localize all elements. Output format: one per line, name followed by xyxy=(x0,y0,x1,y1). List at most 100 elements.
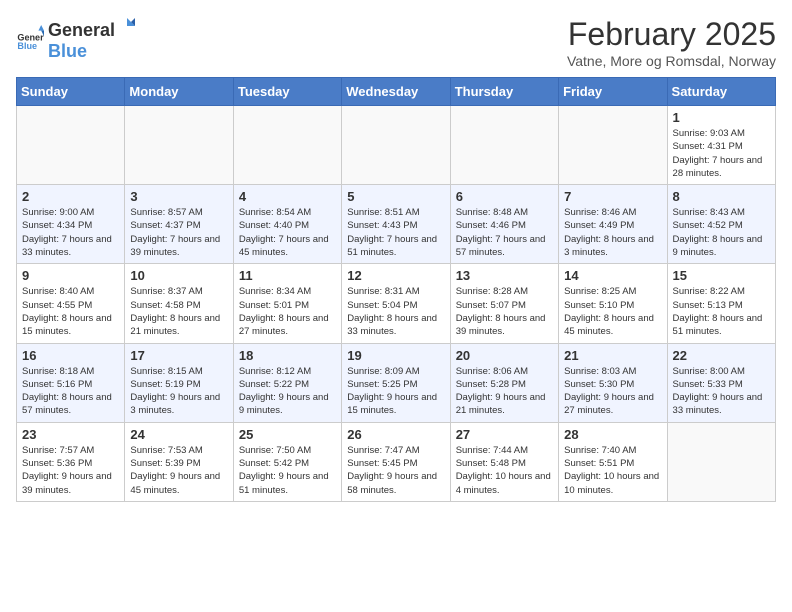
calendar-week-row: 1 Sunrise: 9:03 AM Sunset: 4:31 PM Daylig… xyxy=(17,106,776,185)
month-title: February 2025 xyxy=(567,16,776,53)
logo-icon: General Blue xyxy=(16,25,44,53)
calendar-day-cell: 6 Sunrise: 8:48 AM Sunset: 4:46 PM Daylig… xyxy=(450,185,558,264)
calendar-week-row: 23Sunrise: 7:57 AM Sunset: 5:36 PM Dayli… xyxy=(17,422,776,501)
day-number: 25 xyxy=(239,427,336,442)
day-info: Sunrise: 8:28 AM Sunset: 5:07 PM Dayligh… xyxy=(456,285,553,338)
calendar-week-row: 9 Sunrise: 8:40 AM Sunset: 4:55 PM Daylig… xyxy=(17,264,776,343)
calendar-week-row: 2 Sunrise: 9:00 AM Sunset: 4:34 PM Daylig… xyxy=(17,185,776,264)
day-info: Sunrise: 8:51 AM Sunset: 4:43 PM Dayligh… xyxy=(347,206,444,259)
day-number: 12 xyxy=(347,268,444,283)
calendar-day-cell: 25 Sunrise: 7:50 AM Sunset: 5:42 PM Dayli… xyxy=(233,422,341,501)
day-info: Sunrise: 8:00 AM Sunset: 5:33 PM Dayligh… xyxy=(673,365,770,418)
calendar-day-cell: 17 Sunrise: 8:15 AM Sunset: 5:19 PM Dayli… xyxy=(125,343,233,422)
calendar-day-cell xyxy=(125,106,233,185)
header: General Blue General Blue February 2025 … xyxy=(16,16,776,69)
day-number: 8 xyxy=(673,189,770,204)
day-number: 15 xyxy=(673,268,770,283)
day-info: Sunrise: 8:15 AM Sunset: 5:19 PM Dayligh… xyxy=(130,365,227,418)
day-number: 20 xyxy=(456,348,553,363)
day-number: 22 xyxy=(673,348,770,363)
calendar-day-cell: 13 Sunrise: 8:28 AM Sunset: 5:07 PM Dayli… xyxy=(450,264,558,343)
day-info: Sunrise: 7:50 AM Sunset: 5:42 PM Dayligh… xyxy=(239,444,336,497)
day-number: 19 xyxy=(347,348,444,363)
day-of-week-header: Tuesday xyxy=(233,78,341,106)
day-info: Sunrise: 8:57 AM Sunset: 4:37 PM Dayligh… xyxy=(130,206,227,259)
calendar-day-cell xyxy=(17,106,125,185)
calendar-day-cell: 10 Sunrise: 8:37 AM Sunset: 4:58 PM Dayli… xyxy=(125,264,233,343)
day-number: 14 xyxy=(564,268,661,283)
calendar-day-cell: 14 Sunrise: 8:25 AM Sunset: 5:10 PM Dayli… xyxy=(559,264,667,343)
calendar-day-cell: 21 Sunrise: 8:03 AM Sunset: 5:30 PM Dayli… xyxy=(559,343,667,422)
day-of-week-header: Monday xyxy=(125,78,233,106)
day-info: Sunrise: 8:37 AM Sunset: 4:58 PM Dayligh… xyxy=(130,285,227,338)
calendar-day-cell: 20 Sunrise: 8:06 AM Sunset: 5:28 PM Dayli… xyxy=(450,343,558,422)
day-number: 3 xyxy=(130,189,227,204)
day-number: 10 xyxy=(130,268,227,283)
day-info: Sunrise: 9:00 AM Sunset: 4:34 PM Dayligh… xyxy=(22,206,119,259)
day-info: Sunrise: 8:31 AM Sunset: 5:04 PM Dayligh… xyxy=(347,285,444,338)
day-info: Sunrise: 8:48 AM Sunset: 4:46 PM Dayligh… xyxy=(456,206,553,259)
calendar-day-cell: 27Sunrise: 7:44 AM Sunset: 5:48 PM Dayli… xyxy=(450,422,558,501)
calendar-week-row: 16 Sunrise: 8:18 AM Sunset: 5:16 PM Dayli… xyxy=(17,343,776,422)
calendar-day-cell: 7 Sunrise: 8:46 AM Sunset: 4:49 PM Daylig… xyxy=(559,185,667,264)
calendar-day-cell: 5 Sunrise: 8:51 AM Sunset: 4:43 PM Daylig… xyxy=(342,185,450,264)
day-number: 26 xyxy=(347,427,444,442)
logo: General Blue General Blue xyxy=(16,16,137,62)
day-info: Sunrise: 8:09 AM Sunset: 5:25 PM Dayligh… xyxy=(347,365,444,418)
logo-general-text: General xyxy=(48,20,115,41)
day-info: Sunrise: 8:03 AM Sunset: 5:30 PM Dayligh… xyxy=(564,365,661,418)
day-info: Sunrise: 8:43 AM Sunset: 4:52 PM Dayligh… xyxy=(673,206,770,259)
day-number: 21 xyxy=(564,348,661,363)
day-of-week-header: Sunday xyxy=(17,78,125,106)
calendar-day-cell: 28Sunrise: 7:40 AM Sunset: 5:51 PM Dayli… xyxy=(559,422,667,501)
calendar-day-cell xyxy=(233,106,341,185)
day-number: 13 xyxy=(456,268,553,283)
day-info: Sunrise: 8:18 AM Sunset: 5:16 PM Dayligh… xyxy=(22,365,119,418)
calendar-day-cell: 15Sunrise: 8:22 AM Sunset: 5:13 PM Dayli… xyxy=(667,264,775,343)
day-number: 7 xyxy=(564,189,661,204)
day-of-week-header: Saturday xyxy=(667,78,775,106)
calendar-day-cell: 22 Sunrise: 8:00 AM Sunset: 5:33 PM Dayli… xyxy=(667,343,775,422)
logo-arrow-icon xyxy=(117,16,137,36)
calendar: SundayMondayTuesdayWednesdayThursdayFrid… xyxy=(16,77,776,502)
calendar-day-cell: 1 Sunrise: 9:03 AM Sunset: 4:31 PM Daylig… xyxy=(667,106,775,185)
calendar-day-cell: 18Sunrise: 8:12 AM Sunset: 5:22 PM Dayli… xyxy=(233,343,341,422)
day-info: Sunrise: 8:40 AM Sunset: 4:55 PM Dayligh… xyxy=(22,285,119,338)
calendar-header-row: SundayMondayTuesdayWednesdayThursdayFrid… xyxy=(17,78,776,106)
day-number: 17 xyxy=(130,348,227,363)
day-info: Sunrise: 7:47 AM Sunset: 5:45 PM Dayligh… xyxy=(347,444,444,497)
day-number: 6 xyxy=(456,189,553,204)
location-subtitle: Vatne, More og Romsdal, Norway xyxy=(567,53,776,69)
day-info: Sunrise: 7:53 AM Sunset: 5:39 PM Dayligh… xyxy=(130,444,227,497)
calendar-day-cell xyxy=(450,106,558,185)
calendar-day-cell: 3 Sunrise: 8:57 AM Sunset: 4:37 PM Daylig… xyxy=(125,185,233,264)
day-info: Sunrise: 8:54 AM Sunset: 4:40 PM Dayligh… xyxy=(239,206,336,259)
day-info: Sunrise: 8:34 AM Sunset: 5:01 PM Dayligh… xyxy=(239,285,336,338)
svg-text:Blue: Blue xyxy=(17,41,37,51)
logo-blue-text: Blue xyxy=(48,41,87,61)
day-info: Sunrise: 8:46 AM Sunset: 4:49 PM Dayligh… xyxy=(564,206,661,259)
day-info: Sunrise: 8:06 AM Sunset: 5:28 PM Dayligh… xyxy=(456,365,553,418)
day-number: 9 xyxy=(22,268,119,283)
calendar-day-cell xyxy=(667,422,775,501)
calendar-day-cell: 12 Sunrise: 8:31 AM Sunset: 5:04 PM Dayli… xyxy=(342,264,450,343)
calendar-day-cell: 4Sunrise: 8:54 AM Sunset: 4:40 PM Daylig… xyxy=(233,185,341,264)
day-info: Sunrise: 8:25 AM Sunset: 5:10 PM Dayligh… xyxy=(564,285,661,338)
calendar-day-cell: 26 Sunrise: 7:47 AM Sunset: 5:45 PM Dayli… xyxy=(342,422,450,501)
day-number: 1 xyxy=(673,110,770,125)
day-info: Sunrise: 9:03 AM Sunset: 4:31 PM Dayligh… xyxy=(673,127,770,180)
calendar-day-cell: 9 Sunrise: 8:40 AM Sunset: 4:55 PM Daylig… xyxy=(17,264,125,343)
day-number: 24 xyxy=(130,427,227,442)
day-number: 16 xyxy=(22,348,119,363)
calendar-day-cell: 23Sunrise: 7:57 AM Sunset: 5:36 PM Dayli… xyxy=(17,422,125,501)
calendar-day-cell xyxy=(559,106,667,185)
title-area: February 2025 Vatne, More og Romsdal, No… xyxy=(567,16,776,69)
calendar-day-cell: 2 Sunrise: 9:00 AM Sunset: 4:34 PM Daylig… xyxy=(17,185,125,264)
day-number: 11 xyxy=(239,268,336,283)
day-number: 2 xyxy=(22,189,119,204)
day-of-week-header: Wednesday xyxy=(342,78,450,106)
day-number: 27 xyxy=(456,427,553,442)
calendar-day-cell: 11 Sunrise: 8:34 AM Sunset: 5:01 PM Dayli… xyxy=(233,264,341,343)
day-of-week-header: Thursday xyxy=(450,78,558,106)
day-number: 5 xyxy=(347,189,444,204)
